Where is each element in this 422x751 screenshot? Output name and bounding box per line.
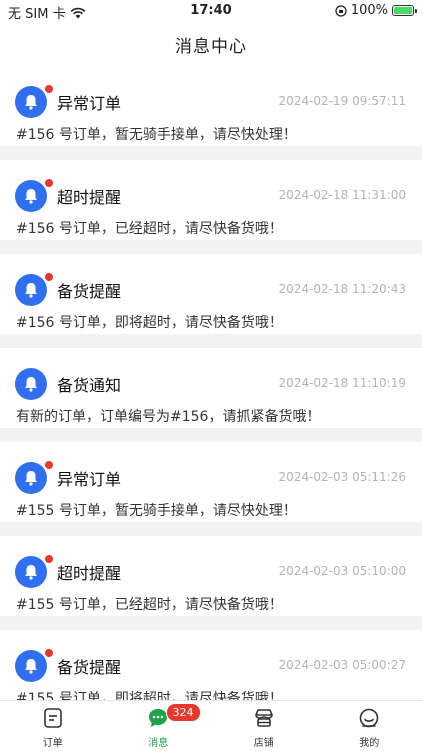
message-item[interactable]: 超时提醒 2024-02-18 11:31:00 #156 号订单，已经超时，请… bbox=[0, 160, 422, 240]
message-item[interactable]: 备货通知 2024-02-18 11:10:19 有新的订单，订单编号为#156… bbox=[0, 348, 422, 428]
message-body: 有新的订单，订单编号为#156，请抓紧备货哦！ bbox=[16, 406, 320, 426]
orientation-lock-icon bbox=[335, 5, 347, 17]
bell-icon bbox=[15, 86, 47, 118]
message-item[interactable]: 异常订单 2024-02-19 09:57:11 #156 号订单，暂无骑手接单… bbox=[0, 66, 422, 146]
tab-store[interactable]: 店铺 bbox=[211, 701, 317, 751]
tab-bar: 订单 消息 324 店铺 我的 bbox=[0, 700, 422, 751]
message-date: 2024-02-03 05:10:00 bbox=[279, 564, 406, 578]
unread-dot bbox=[44, 178, 54, 188]
message-date: 2024-02-18 11:31:00 bbox=[279, 188, 406, 202]
message-body: #155 号订单，即将超时，请尽快备货哦！ bbox=[16, 688, 283, 700]
unread-dot bbox=[44, 84, 54, 94]
order-icon bbox=[42, 707, 64, 729]
status-bar: 无 SIM 卡 17:40 100% bbox=[0, 0, 422, 22]
message-item[interactable]: 备货提醒 2024-02-18 11:20:43 #156 号订单，即将超时，请… bbox=[0, 254, 422, 334]
store-icon bbox=[253, 707, 275, 729]
message-body: #156 号订单，即将超时，请尽快备货哦！ bbox=[16, 312, 283, 332]
message-title: 异常订单 bbox=[57, 466, 121, 490]
tab-label: 消息 bbox=[148, 734, 168, 749]
status-right: 100% bbox=[335, 3, 414, 18]
message-body: #155 号订单，已经超时，请尽快备货哦！ bbox=[16, 594, 283, 614]
message-title: 备货提醒 bbox=[57, 654, 121, 678]
message-date: 2024-02-19 09:57:11 bbox=[279, 94, 406, 108]
message-date: 2024-02-03 05:11:26 bbox=[279, 470, 406, 484]
tab-orders[interactable]: 订单 bbox=[0, 701, 106, 751]
bell-icon bbox=[15, 650, 47, 682]
message-list[interactable]: 异常订单 2024-02-19 09:57:11 #156 号订单，暂无骑手接单… bbox=[0, 66, 422, 700]
message-item[interactable]: 超时提醒 2024-02-03 05:10:00 #155 号订单，已经超时，请… bbox=[0, 536, 422, 616]
message-title: 异常订单 bbox=[57, 90, 121, 114]
tab-mine[interactable]: 我的 bbox=[317, 701, 422, 751]
message-item[interactable]: 备货提醒 2024-02-03 05:00:27 #155 号订单，即将超时，请… bbox=[0, 630, 422, 700]
message-date: 2024-02-18 11:10:19 bbox=[279, 376, 406, 390]
message-date: 2024-02-18 11:20:43 bbox=[279, 282, 406, 296]
unread-dot bbox=[44, 272, 54, 282]
smile-icon bbox=[358, 707, 380, 729]
battery-percent: 100% bbox=[351, 3, 388, 18]
unread-dot bbox=[44, 648, 54, 658]
page-title: 消息中心 bbox=[175, 32, 247, 57]
nav-bar: 消息中心 bbox=[0, 22, 422, 66]
battery-icon bbox=[392, 5, 414, 16]
tab-label: 我的 bbox=[359, 734, 379, 749]
unread-dot bbox=[44, 554, 54, 564]
message-body: #155 号订单，暂无骑手接单，请尽快处理！ bbox=[16, 500, 297, 520]
tab-messages[interactable]: 消息 324 bbox=[106, 701, 212, 751]
message-date: 2024-02-03 05:00:27 bbox=[279, 658, 406, 672]
message-title: 备货通知 bbox=[57, 372, 121, 396]
message-body: #156 号订单，暂无骑手接单，请尽快处理！ bbox=[16, 124, 297, 144]
message-item[interactable]: 异常订单 2024-02-03 05:11:26 #155 号订单，暂无骑手接单… bbox=[0, 442, 422, 522]
bell-icon bbox=[15, 368, 47, 400]
bell-icon bbox=[15, 462, 47, 494]
bell-icon bbox=[15, 556, 47, 588]
message-title: 超时提醒 bbox=[57, 184, 121, 208]
message-title: 超时提醒 bbox=[57, 560, 121, 584]
unread-dot bbox=[44, 460, 54, 470]
tab-label: 店铺 bbox=[254, 734, 274, 749]
message-body: #156 号订单，已经超时，请尽快备货哦！ bbox=[16, 218, 283, 238]
bell-icon bbox=[15, 274, 47, 306]
tab-label: 订单 bbox=[43, 734, 63, 749]
bell-icon bbox=[15, 180, 47, 212]
unread-count-badge: 324 bbox=[166, 703, 201, 722]
message-title: 备货提醒 bbox=[57, 278, 121, 302]
